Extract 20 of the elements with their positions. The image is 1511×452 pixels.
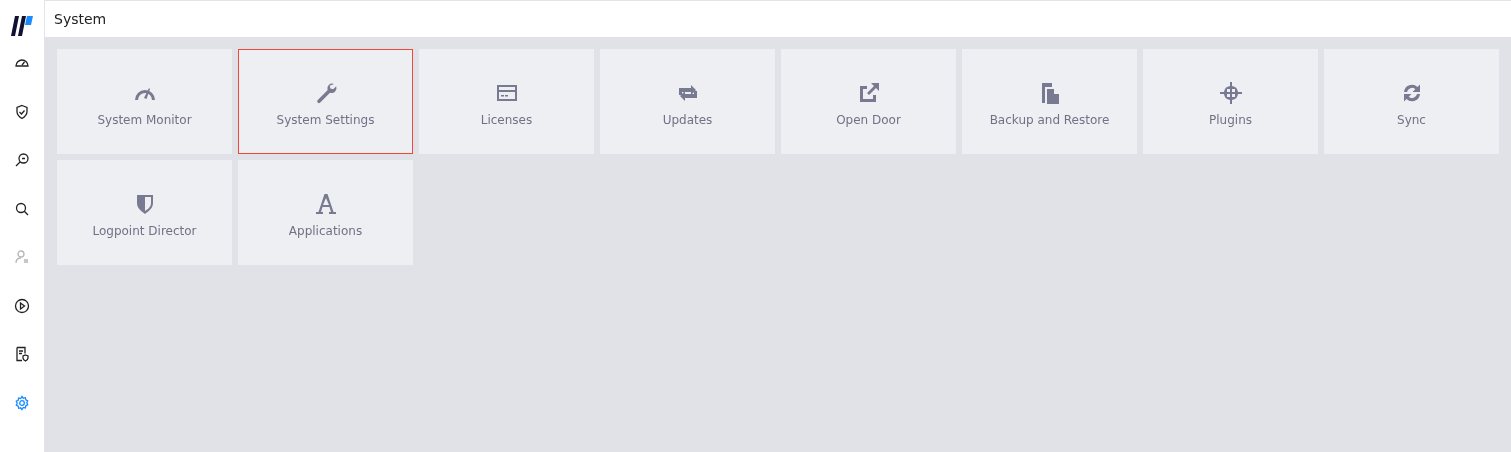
menu-tile[interactable]: Sync [1324,49,1499,154]
menu-tile[interactable]: Logpoint Director [57,160,232,265]
shield-icon[interactable] [14,103,30,120]
logo-icon [11,16,33,36]
menu-tile[interactable]: System Monitor [57,49,232,154]
menu-tile[interactable]: Plugins [1143,49,1318,154]
search-icon[interactable] [14,200,30,217]
magnifier-icon[interactable] [14,152,30,168]
menu-tile[interactable]: Licenses [419,49,594,154]
letter-icon [313,191,338,216]
menu-tile[interactable]: Open Door [781,49,956,154]
menu-tile[interactable]: Updates [600,49,775,154]
page-title: System [54,11,107,27]
settings-icon[interactable] [14,394,30,411]
menu-tile[interactable]: Applications [238,160,413,265]
document-icon[interactable] [14,346,30,362]
crosshair-icon [1218,80,1243,105]
menu-tile[interactable]: System Settings [238,49,413,154]
menu-tile[interactable]: Backup and Restore [962,49,1137,154]
play-icon[interactable] [14,297,30,314]
